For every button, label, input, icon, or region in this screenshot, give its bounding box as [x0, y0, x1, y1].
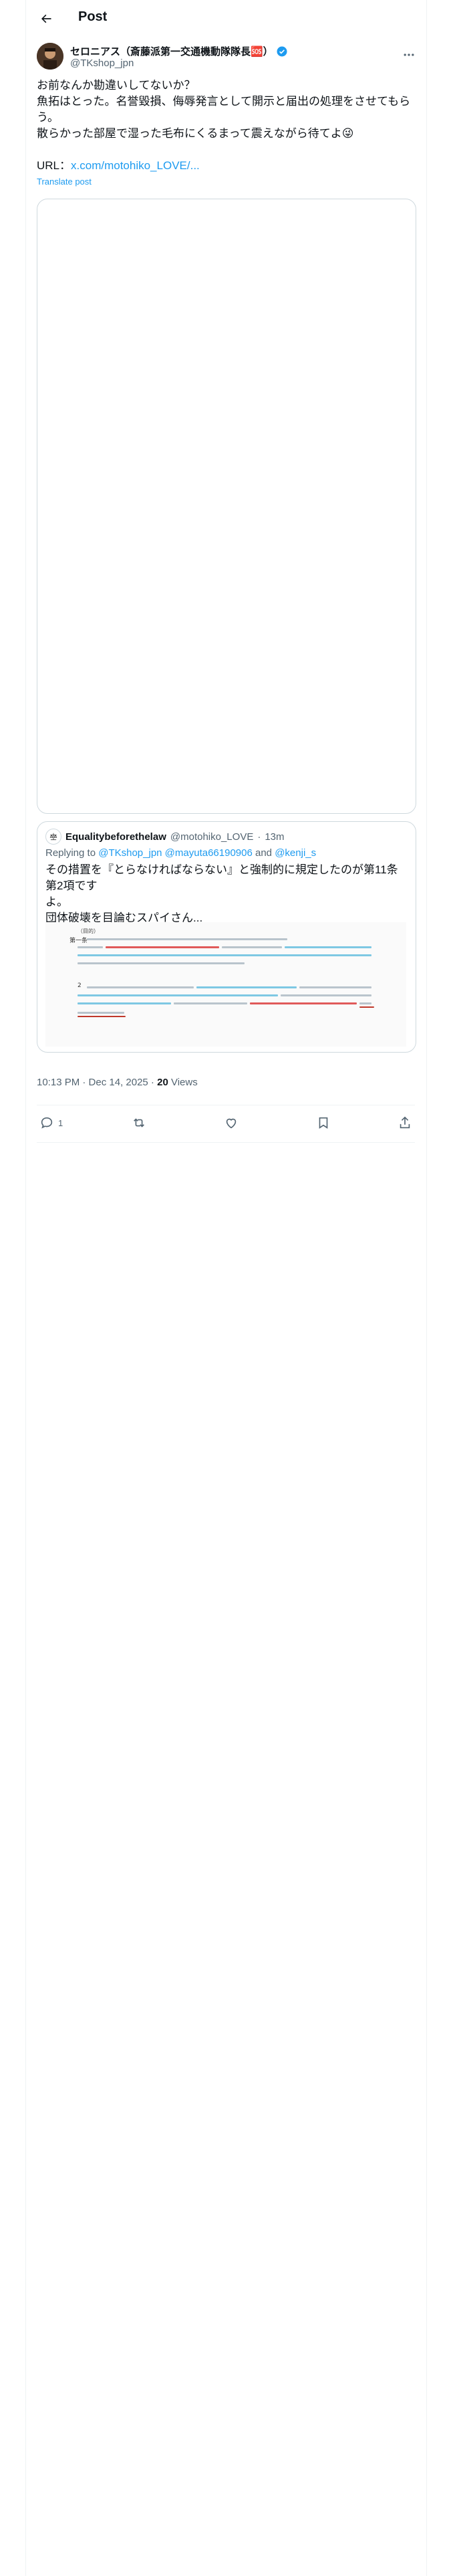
post-line: 散らかった部屋で湿った毛布にくるまって震えながら待てよ😜: [37, 127, 354, 140]
doc-line: [174, 1002, 247, 1004]
arrow-left-icon: [41, 14, 51, 23]
reply-icon: [41, 1117, 53, 1129]
reply-handles[interactable]: @TKshop_jpn @mayuta66190906: [98, 847, 253, 859]
share-icon: [400, 1116, 410, 1129]
post-url-line: URL：x.com/motohiko_LOVE/...: [37, 158, 200, 174]
heart-icon: [226, 1118, 237, 1129]
doc-line: [222, 946, 282, 948]
doc-line-highlight-red: [106, 946, 219, 948]
views-count: 20: [157, 1077, 168, 1088]
document-image[interactable]: （目的） 第一条 2: [45, 922, 406, 1047]
doc-line: [299, 986, 371, 988]
header: Post: [26, 0, 426, 37]
doc-line-highlight-red: [250, 1002, 357, 1004]
quote-avatar[interactable]: [45, 829, 61, 845]
doc-line-highlight-blue: [78, 994, 278, 996]
views-label: Views: [168, 1077, 198, 1088]
post-line: お前なんか勘違いしてないか？: [37, 79, 196, 92]
post-timestamp: 10:13 PM · Dec 14, 2025 · 20 Views: [37, 1077, 198, 1088]
avatar[interactable]: [37, 43, 63, 70]
doc-article-2: 2: [78, 982, 82, 989]
quote-author-name[interactable]: Equalitybeforethelaw: [65, 831, 166, 843]
divider: [37, 1142, 415, 1143]
reply-handle-last[interactable]: @kenji_s: [275, 847, 316, 859]
doc-line: [78, 1012, 124, 1014]
doc-underline-red: [359, 1006, 374, 1008]
post-line: 魚拓はとった。名誉毀損、侮辱発言として開示と届出の処理をさせてもら: [37, 95, 411, 108]
quoted-post[interactable]: Equalitybeforethelaw @motohiko_LOVE · 13…: [37, 821, 416, 1053]
scales-icon: [49, 833, 57, 841]
reply-button[interactable]: 1: [39, 1115, 63, 1130]
reply-count: 1: [58, 1117, 63, 1128]
doc-line: [87, 938, 287, 940]
action-bar: 1: [37, 1115, 415, 1133]
quote-author-handle[interactable]: @motohiko_LOVE: [170, 831, 253, 843]
quote-text: その措置を『とらなければならない』と強制的に規定したのが第11条第2項です よ。…: [45, 862, 406, 926]
quote-line: よ。: [45, 895, 68, 908]
quote-time[interactable]: 13m: [265, 831, 284, 843]
more-options-button[interactable]: [400, 45, 418, 64]
bookmark-icon: [319, 1117, 328, 1129]
url-label: URL：: [37, 159, 71, 172]
doc-line: [281, 994, 371, 996]
doc-line: [78, 962, 245, 964]
verified-badge-icon: [277, 46, 287, 56]
share-button[interactable]: [398, 1115, 412, 1130]
quote-header: Equalitybeforethelaw @motohiko_LOVE · 13…: [45, 829, 285, 845]
doc-heading: （目的）: [78, 928, 99, 934]
repost-icon: [134, 1118, 144, 1128]
author-name-row[interactable]: セロニアス（斎藤派第一交通機動隊隊長🆘）: [70, 44, 288, 58]
main-column: Post セロニアス（斎藤派第一交通機動隊隊長🆘） @TKshop_jpn お前…: [25, 0, 427, 2576]
post-time[interactable]: 10:13 PM · Dec 14, 2025 ·: [37, 1077, 157, 1088]
doc-underline-red: [78, 1016, 126, 1017]
doc-line-highlight-blue: [196, 986, 297, 988]
quote-line: その措置を『とらなければならない』と強制的に規定したのが第11条第2項です: [45, 863, 398, 892]
repost-button[interactable]: [132, 1115, 146, 1130]
author-handle[interactable]: @TKshop_jpn: [70, 58, 134, 69]
quote-replying-to: Replying to @TKshop_jpn @mayuta66190906 …: [45, 847, 316, 859]
quote-dot: ·: [257, 831, 261, 843]
post-media[interactable]: [37, 199, 416, 814]
doc-line: [87, 986, 194, 988]
post-line: う。: [37, 111, 59, 124]
page-title: Post: [78, 9, 108, 24]
back-button[interactable]: [35, 8, 57, 29]
post-link[interactable]: x.com/motohiko_LOVE/...: [71, 159, 200, 172]
doc-line: [359, 1002, 371, 1004]
translate-post-link[interactable]: Translate post: [37, 177, 92, 187]
doc-line-highlight-blue: [78, 954, 371, 956]
author-name[interactable]: セロニアス（斎藤派第一交通機動隊隊長🆘）: [70, 44, 273, 58]
more-icon: [404, 53, 414, 56]
doc-line-highlight-blue: [78, 1002, 171, 1004]
doc-article-1: 第一条: [69, 938, 88, 944]
like-button[interactable]: [224, 1115, 239, 1130]
replying-and: and: [252, 847, 275, 859]
replying-prefix: Replying to: [45, 847, 99, 859]
doc-line-highlight-blue: [285, 946, 371, 948]
bookmark-button[interactable]: [316, 1115, 331, 1130]
doc-line: [78, 946, 103, 948]
post-text: お前なんか勘違いしてないか？ 魚拓はとった。名誉毀損、侮辱発言として開示と届出の…: [37, 78, 415, 142]
